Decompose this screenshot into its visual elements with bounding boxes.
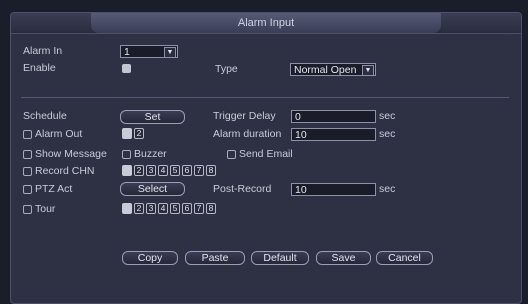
record-channel-5[interactable]: 5 [170,165,180,176]
tour-channel-5[interactable]: 5 [170,203,180,214]
show-message-label: Show Message [35,148,107,160]
record-channel-6[interactable]: 6 [182,165,192,176]
post-record-label: Post-Record [213,183,272,195]
chevron-down-icon[interactable]: ▼ [164,47,176,58]
ptz-act-label: PTZ Act [35,183,73,195]
record-channel-4[interactable]: 4 [158,165,168,176]
alarm-in-select[interactable]: 1 ▼ [120,45,178,58]
copy-button[interactable]: Copy [122,251,178,265]
tour-channel-6[interactable]: 6 [182,203,192,214]
alarm-input-window: Alarm Input Alarm In 1 ▼ Enable Type Nor… [10,12,522,304]
type-select[interactable]: Normal Open ▼ [290,63,376,76]
record-channel-8[interactable]: 8 [206,165,216,176]
tour-channel-3[interactable]: 3 [146,203,156,214]
trigger-delay-input[interactable]: 0 [291,110,376,123]
tour-channel-1[interactable]: 1 [122,203,132,214]
tour-checkbox[interactable] [23,205,32,214]
alarm-out-channel-2[interactable]: 2 [134,128,144,139]
alarm-out-checkbox[interactable] [23,130,32,139]
send-email-label: Send Email [239,148,293,160]
type-value: Normal Open [294,64,357,76]
tour-channel-7[interactable]: 7 [194,203,204,214]
save-button[interactable]: Save [316,251,371,265]
trigger-delay-unit: sec [379,110,396,122]
alarm-duration-unit: sec [379,128,396,140]
alarm-duration-label: Alarm duration [213,128,282,140]
cancel-button[interactable]: Cancel [376,251,433,265]
schedule-set-button[interactable]: Set [120,110,185,124]
record-channel-3[interactable]: 3 [146,165,156,176]
alarm-in-label: Alarm In [23,45,63,57]
record-channel-7[interactable]: 7 [194,165,204,176]
schedule-label: Schedule [23,110,67,122]
alarm-duration-input[interactable]: 10 [291,128,376,141]
divider [21,97,509,98]
record-chn-label: Record CHN [35,165,95,177]
alarm-out-label: Alarm Out [35,128,83,140]
type-label: Type [215,63,238,75]
enable-checkbox[interactable] [122,64,131,73]
show-message-checkbox[interactable] [23,150,32,159]
ptz-select-button[interactable]: Select [120,182,185,196]
paste-button[interactable]: Paste [185,251,245,265]
post-record-input[interactable]: 10 [291,183,376,196]
post-record-unit: sec [379,183,396,195]
send-email-checkbox[interactable] [227,150,236,159]
tour-channel-4[interactable]: 4 [158,203,168,214]
tour-label: Tour [35,203,56,215]
alarm-in-value: 1 [124,46,130,58]
buzzer-label: Buzzer [134,148,167,160]
tour-channel-2[interactable]: 2 [134,203,144,214]
record-chn-checkbox[interactable] [23,167,32,176]
record-channel-1[interactable]: 1 [122,165,132,176]
record-channel-2[interactable]: 2 [134,165,144,176]
tour-channel-8[interactable]: 8 [206,203,216,214]
chevron-down-icon[interactable]: ▼ [362,65,374,76]
ptz-act-checkbox[interactable] [23,185,32,194]
window-title: Alarm Input [237,17,295,29]
default-button[interactable]: Default [251,251,309,265]
trigger-delay-label: Trigger Delay [213,110,276,122]
enable-label: Enable [23,62,56,74]
alarm-out-channel-1[interactable]: 1 [122,128,132,139]
buzzer-checkbox[interactable] [122,150,131,159]
